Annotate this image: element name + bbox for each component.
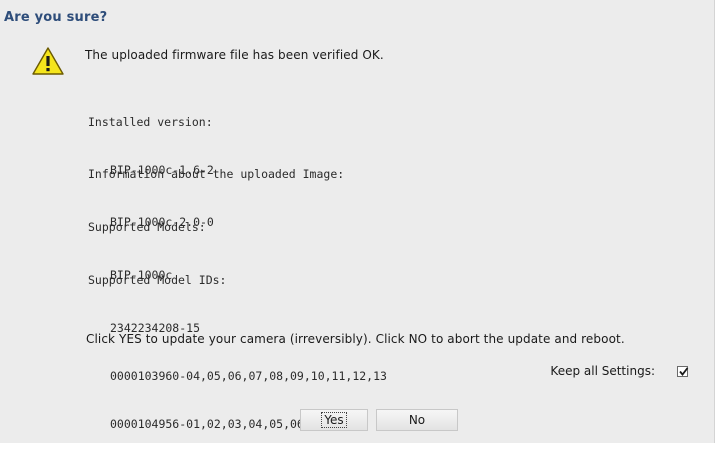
warning-icon (32, 47, 64, 75)
no-button[interactable]: No (376, 409, 458, 431)
supported-model-ids-label: Supported Model IDs: (88, 273, 227, 287)
update-prompt: Click YES to update your camera (irrever… (86, 332, 625, 346)
keep-settings-row: Keep all Settings: (550, 364, 689, 378)
no-button-label: No (408, 413, 426, 427)
verification-message: The uploaded firmware file has been veri… (85, 48, 384, 62)
confirm-dialog: Are you sure? The uploaded firmware file… (0, 0, 715, 443)
model-id-line: 0000103960-04,05,06,07,08,09,10,11,12,13 (110, 369, 387, 383)
keep-settings-label: Keep all Settings: (550, 364, 655, 378)
keep-settings-checkbox[interactable] (677, 365, 689, 377)
installed-version-label: Installed version: (88, 115, 213, 129)
yes-button[interactable]: Yes (300, 409, 368, 431)
dialog-title: Are you sure? (4, 10, 108, 25)
uploaded-image-label: Information about the uploaded Image: (88, 167, 345, 181)
yes-button-label: Yes (321, 412, 347, 428)
dialog-buttons: Yes No (300, 409, 458, 431)
checkmark-icon (679, 366, 689, 376)
supported-models-label: Supported Models: (88, 220, 206, 234)
